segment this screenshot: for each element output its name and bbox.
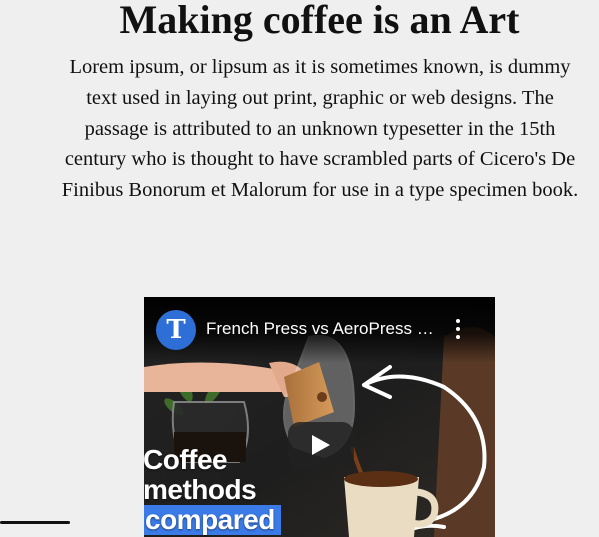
intro-paragraph: Lorem ipsum, or lipsum as it is sometime… xyxy=(61,56,579,202)
nyt-logo-icon[interactable]: T xyxy=(156,310,196,350)
video-title-link[interactable]: French Press vs AeroPress vs Chemex: Whi… xyxy=(206,319,438,339)
overlay-line-highlight: compared xyxy=(144,505,281,535)
page-title: Making coffee is an Art xyxy=(119,0,520,42)
overlay-line: Coffee xyxy=(144,444,228,475)
play-button[interactable] xyxy=(288,422,354,468)
embedded-video-player[interactable]: T French Press vs AeroPress vs Chemex: W… xyxy=(144,297,495,537)
play-icon xyxy=(312,435,330,455)
video-overlay-caption: Coffee methods compared xyxy=(144,445,281,535)
overlay-line: methods xyxy=(144,474,257,505)
more-vertical-icon[interactable] xyxy=(452,319,464,339)
